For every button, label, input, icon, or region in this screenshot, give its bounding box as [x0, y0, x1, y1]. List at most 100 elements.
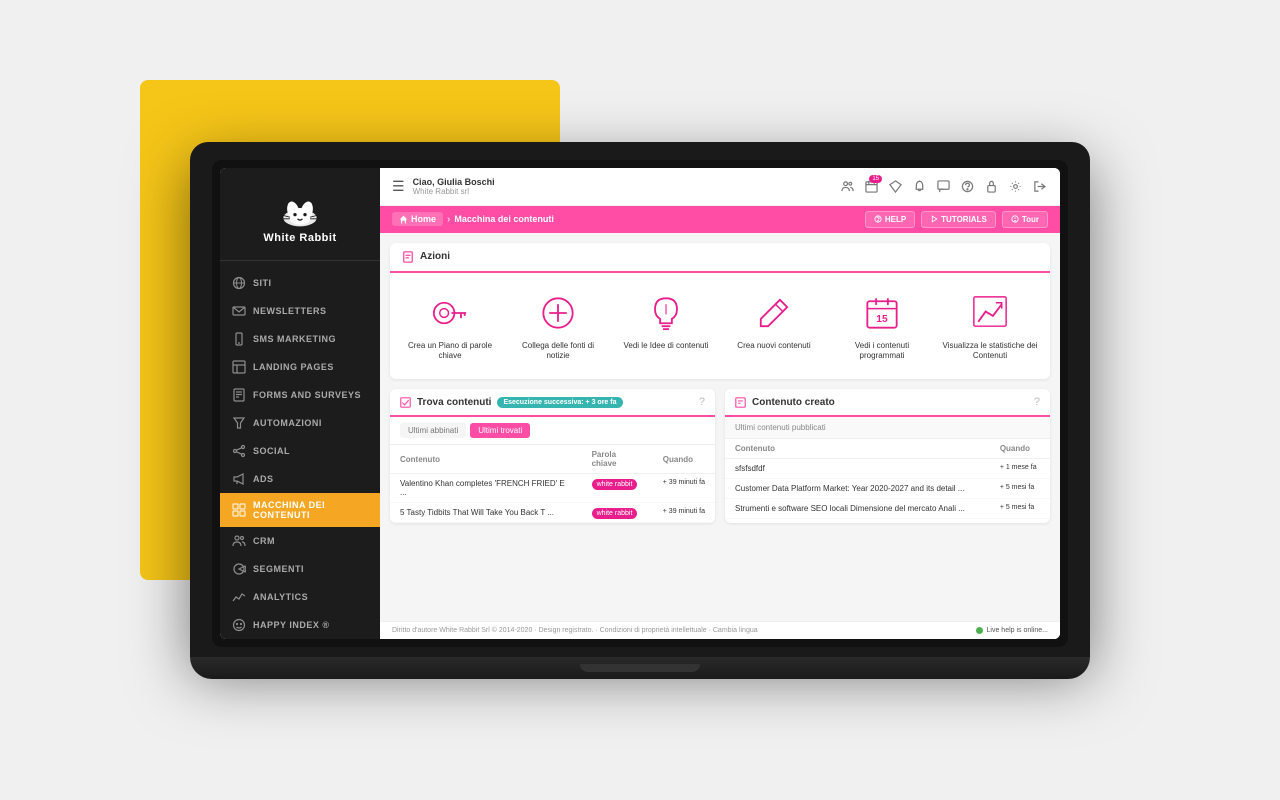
topbar-left: ☰ Ciao, Giulia Boschi White Rabbit srl — [392, 177, 495, 196]
col-keyword: Parola chiave — [582, 445, 653, 474]
tutorials-button[interactable]: TUTORIALS — [921, 211, 996, 228]
col-contenuto-2: Contenuto — [725, 439, 990, 459]
topbar-diamond-icon[interactable] — [886, 177, 904, 195]
help-label: HELP — [885, 215, 906, 224]
sidebar-logo: White Rabbit — [220, 180, 380, 261]
sidebar-item-happy[interactable]: HAPPY INDEX ® — [220, 611, 380, 639]
sidebar-item-analytics[interactable]: ANALYTICS — [220, 583, 380, 611]
breadcrumb-right: HELP TUTORIALS Tour — [865, 211, 1048, 228]
topbar-bell-icon[interactable] — [910, 177, 928, 195]
tour-label: Tour — [1022, 215, 1039, 224]
cc-row2-content: Customer Data Platform Market: Year 2020… — [725, 479, 990, 499]
sidebar-label-ads: ADS — [253, 474, 274, 484]
chart-icon — [232, 590, 246, 604]
sidebar-item-social[interactable]: SOCIAL — [220, 437, 380, 465]
sidebar-item-siti[interactable]: SITI — [220, 269, 380, 297]
topbar-settings-icon[interactable] — [1006, 177, 1024, 195]
sidebar-item-segmenti[interactable]: SEGMENTI — [220, 555, 380, 583]
sidebar-item-newsletters[interactable]: NEWSLETTERS — [220, 297, 380, 325]
file-icon — [402, 251, 414, 263]
contenuto-header-left: Contenuto creato — [735, 397, 835, 408]
sidebar-item-landing[interactable]: LANDING PAGES — [220, 353, 380, 381]
tab-abbinati[interactable]: Ultimi abbinati — [400, 423, 466, 438]
table-row: Customer Data Platform Market: Year 2020… — [725, 479, 1050, 499]
edit-icon — [735, 397, 746, 408]
trova-header-text: Trova contenuti — [417, 397, 491, 408]
row2-when: + 39 minuti fa — [653, 503, 715, 523]
sidebar-label-segmenti: SEGMENTI — [253, 564, 304, 574]
action-programmati[interactable]: 15 Vedi i contenuti programmati — [830, 287, 934, 366]
help-button[interactable]: HELP — [865, 211, 915, 228]
cc-row2-when: + 5 mesi fa — [990, 479, 1050, 499]
tour-button[interactable]: Tour — [1002, 211, 1048, 228]
action-label-4: Vedi i contenuti programmati — [834, 341, 930, 362]
action-icon-wrap-3 — [752, 291, 796, 335]
megaphone-icon — [232, 472, 246, 486]
envelope-icon — [232, 304, 246, 318]
globe-icon — [232, 276, 246, 290]
topbar-question-icon[interactable] — [958, 177, 976, 195]
trova-contenuti-card: Trova contenuti Esecuzione successiva: +… — [390, 389, 715, 523]
cc-row3-when: + 5 mesi fa — [990, 499, 1050, 519]
page-content: Azioni — [380, 233, 1060, 621]
laptop-screen: White Rabbit SITI NEWSLETTERS — [220, 168, 1060, 639]
sidebar-item-ads[interactable]: ADS — [220, 465, 380, 493]
topbar-calendar-icon[interactable]: 15 — [862, 177, 880, 195]
topbar-exit-icon[interactable] — [1030, 177, 1048, 195]
action-idee[interactable]: Vedi le Idee di contenuti — [614, 287, 718, 366]
tutorials-icon — [930, 215, 938, 223]
laptop: White Rabbit SITI NEWSLETTERS — [190, 142, 1090, 679]
app-footer: Diritto d'autore White Rabbit Srl © 2014… — [380, 621, 1060, 639]
trova-header-left: Trova contenuti Esecuzione successiva: +… — [400, 397, 623, 408]
actions-card: Azioni — [390, 243, 1050, 380]
topbar-users-icon[interactable] — [838, 177, 856, 195]
actions-header-icon — [402, 251, 414, 263]
topbar-icons: 15 — [838, 177, 1048, 195]
laptop-base — [190, 657, 1090, 679]
actions-header-text: Azioni — [420, 251, 450, 262]
sidebar-item-macchina[interactable]: MACCHINA DEI CONTENUTI — [220, 493, 380, 527]
topbar: ☰ Ciao, Giulia Boschi White Rabbit srl — [380, 168, 1060, 206]
topbar-chat-icon[interactable] — [934, 177, 952, 195]
sidebar-label-newsletters: NEWSLETTERS — [253, 306, 327, 316]
contenuto-header: Contenuto creato ? — [725, 389, 1050, 417]
col-quando-2: Quando — [990, 439, 1050, 459]
app-container: White Rabbit SITI NEWSLETTERS — [220, 168, 1060, 639]
help-icon — [874, 215, 882, 223]
action-piano-parole[interactable]: Crea un Piano di parole chiave — [398, 287, 502, 366]
sidebar-label-forms: FORMS AND SURVEYS — [253, 390, 361, 400]
action-nuovi-contenuti[interactable]: Crea nuovi contenuti — [722, 287, 826, 366]
sidebar-label-social: SOCIAL — [253, 446, 290, 456]
table-row: Strumenti e software SEO locali Dimensio… — [725, 499, 1050, 519]
hamburger-icon[interactable]: ☰ — [392, 178, 405, 195]
contenuto-header-text: Contenuto creato — [752, 397, 835, 408]
trova-info-icon[interactable]: ? — [699, 396, 705, 408]
row1-content: Valentino Khan completes 'FRENCH FRIED' … — [390, 474, 582, 503]
sidebar-item-forms[interactable]: FORMS AND SURVEYS — [220, 381, 380, 409]
actions-grid: Crea un Piano di parole chiave — [390, 273, 1050, 380]
table-row: 5 Tasty Tidbits That Will Take You Back … — [390, 503, 715, 523]
sidebar-item-crm[interactable]: CRM — [220, 527, 380, 555]
bottom-row: Trova contenuti Esecuzione successiva: +… — [390, 389, 1050, 533]
sidebar-item-automazioni[interactable]: AUTOMAZIONI — [220, 409, 380, 437]
action-collega-fonti[interactable]: Collega delle fonti di notizie — [506, 287, 610, 366]
svg-text:15: 15 — [876, 313, 888, 324]
tutorials-label: TUTORIALS — [941, 215, 987, 224]
sidebar-item-sms[interactable]: SMS MARKETING — [220, 325, 380, 353]
breadcrumb-separator: › — [447, 214, 450, 225]
share-icon — [232, 444, 246, 458]
contenuto-table: Contenuto Quando sfsfsdfdf — [725, 439, 1050, 519]
cc-row1-when: + 1 mese fa — [990, 459, 1050, 479]
sidebar-label-automazioni: AUTOMAZIONI — [253, 418, 322, 428]
contenuto-info-icon[interactable]: ? — [1034, 396, 1040, 408]
action-statistiche[interactable]: Visualizza le statistiche dei Contenuti — [938, 287, 1042, 366]
breadcrumb-home[interactable]: Home — [392, 212, 443, 226]
main-content: ☰ Ciao, Giulia Boschi White Rabbit srl — [380, 168, 1060, 639]
topbar-greeting: Ciao, Giulia Boschi — [413, 177, 495, 187]
topbar-lock-icon[interactable] — [982, 177, 1000, 195]
smile-icon — [232, 618, 246, 632]
trova-contenuti-header: Trova contenuti Esecuzione successiva: +… — [390, 389, 715, 417]
tab-trovati[interactable]: Ultimi trovati — [470, 423, 530, 438]
sidebar-label-landing: LANDING PAGES — [253, 362, 334, 372]
segment-icon — [232, 562, 246, 576]
